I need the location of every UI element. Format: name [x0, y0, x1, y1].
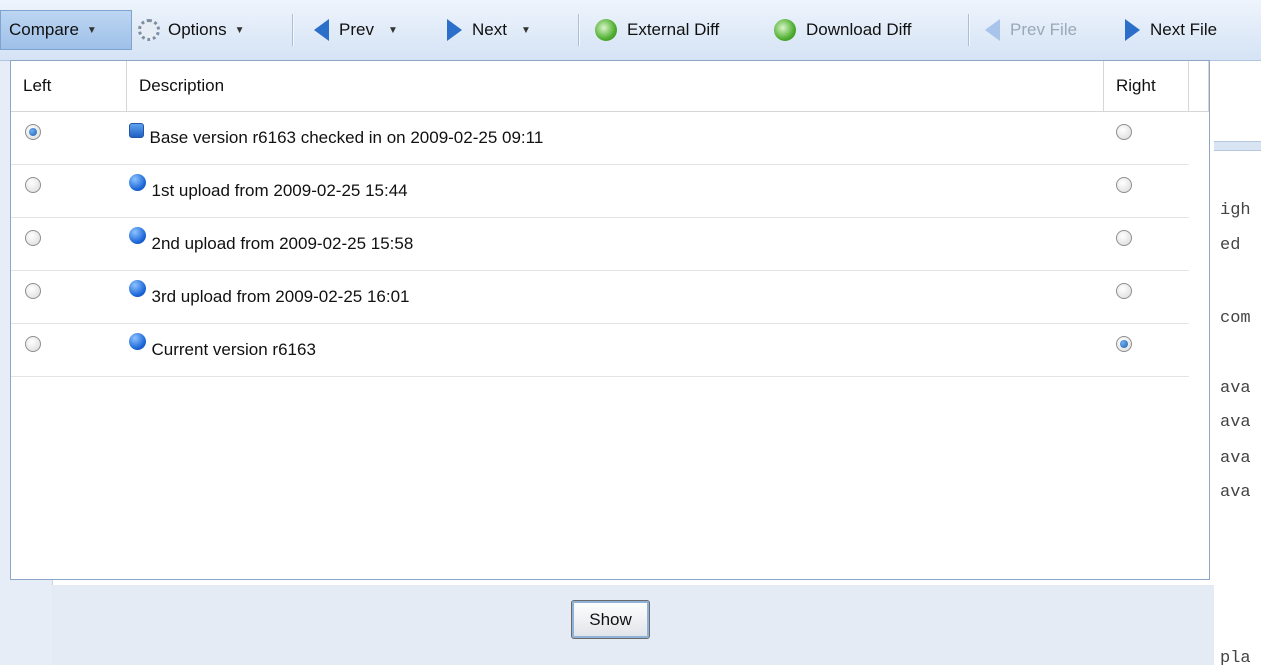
- right-radio[interactable]: [1115, 124, 1132, 140]
- revision-table: Left Description Right Base version r616…: [11, 61, 1209, 377]
- spacer-cell: [1189, 271, 1209, 324]
- column-header-right[interactable]: Right: [1103, 61, 1189, 112]
- compare-popup: Left Description Right Base version r616…: [10, 60, 1210, 580]
- description-cell: Base version r6163 checked in on 2009-02…: [126, 111, 1104, 165]
- description-cell: 2nd upload from 2009-02-25 15:58: [126, 217, 1104, 271]
- column-header-spacer: [1188, 61, 1209, 112]
- show-button[interactable]: Show: [571, 600, 650, 639]
- external-diff-icon: [595, 19, 617, 41]
- code-fragment: pla: [1220, 649, 1251, 665]
- blue-ball-icon: [128, 280, 146, 297]
- arrow-left-icon: [314, 19, 329, 41]
- left-radio-cell: [11, 217, 127, 271]
- description-text: Current version r6163: [151, 340, 316, 359]
- left-radio-cell: [11, 270, 127, 324]
- left-radio-cell: [11, 323, 127, 377]
- left-radio[interactable]: [25, 177, 41, 193]
- blue-ball-icon: [128, 333, 146, 350]
- chevron-down-icon: ▼: [234, 24, 245, 36]
- left-radio[interactable]: [25, 336, 41, 352]
- blue-ball-icon: [128, 174, 146, 191]
- description-content: Current version r6163: [127, 333, 1104, 360]
- chevron-down-icon: ▼: [387, 24, 398, 36]
- arrow-right-icon: [447, 19, 462, 41]
- left-radio-cell: [11, 111, 127, 165]
- right-radio-cell: [1103, 164, 1189, 218]
- description-content: 2nd upload from 2009-02-25 15:58: [127, 227, 1104, 254]
- blue-ball-icon: [128, 227, 146, 244]
- options-menu-button[interactable]: Options ▼: [138, 12, 245, 48]
- code-fragment: ava: [1220, 483, 1251, 502]
- table-row[interactable]: Base version r6163 checked in on 2009-02…: [11, 111, 1209, 165]
- right-radio-cell: [1103, 270, 1189, 324]
- description-text: 3rd upload from 2009-02-25 16:01: [151, 287, 410, 306]
- code-fragment: ed: [1220, 236, 1241, 255]
- code-fragment: igh: [1220, 201, 1251, 220]
- external-diff-button[interactable]: External Diff: [595, 12, 719, 48]
- prev-file-button[interactable]: Prev File: [985, 12, 1077, 48]
- right-radio[interactable]: [1115, 230, 1132, 246]
- chevron-down-icon: ▼: [520, 24, 531, 36]
- gear-icon: [138, 19, 160, 41]
- spacer-cell: [1189, 165, 1209, 218]
- description-cell: Current version r6163: [126, 323, 1104, 377]
- left-radio-cell: [11, 164, 127, 218]
- right-radio-cell: [1103, 323, 1189, 377]
- square-blue-icon: [128, 123, 144, 138]
- next-file-button[interactable]: Next File: [1125, 12, 1217, 48]
- code-fragment: ava: [1220, 449, 1251, 468]
- spacer-cell: [1189, 112, 1209, 165]
- description-text: Base version r6163 checked in on 2009-02…: [149, 128, 544, 147]
- description-text: 1st upload from 2009-02-25 15:44: [151, 181, 408, 200]
- right-radio[interactable]: [1115, 283, 1132, 299]
- table-row[interactable]: 2nd upload from 2009-02-25 15:58: [11, 217, 1209, 271]
- download-diff-icon: [774, 19, 796, 41]
- column-header-description[interactable]: Description: [126, 61, 1104, 112]
- next-button[interactable]: Next ▼: [447, 12, 531, 48]
- next-file-label: Next File: [1150, 20, 1218, 39]
- compare-menu-button[interactable]: Compare ▼: [0, 10, 132, 50]
- toolbar-separator: [292, 14, 294, 46]
- toolbar-separator: [968, 14, 970, 46]
- chevron-down-icon: ▼: [86, 24, 97, 36]
- prev-label: Prev: [339, 20, 374, 39]
- right-radio[interactable]: [1115, 336, 1132, 352]
- table-header-row: Left Description Right: [11, 61, 1209, 112]
- table-row[interactable]: Current version r6163: [11, 323, 1209, 377]
- code-fragment: ava: [1220, 379, 1251, 398]
- table-row[interactable]: 1st upload from 2009-02-25 15:44: [11, 164, 1209, 218]
- code-fragment: com: [1220, 309, 1251, 328]
- prev-button[interactable]: Prev ▼: [314, 12, 398, 48]
- description-content: Base version r6163 checked in on 2009-02…: [127, 123, 1104, 148]
- right-radio[interactable]: [1115, 177, 1132, 193]
- compare-label: Compare: [9, 20, 79, 39]
- left-radio[interactable]: [25, 230, 41, 246]
- download-diff-button[interactable]: Download Diff: [774, 12, 912, 48]
- next-label: Next: [472, 20, 507, 39]
- spacer-cell: [1189, 324, 1209, 377]
- description-text: 2nd upload from 2009-02-25 15:58: [151, 234, 414, 253]
- right-radio-cell: [1103, 111, 1189, 165]
- spacer-cell: [1189, 218, 1209, 271]
- right-radio-cell: [1103, 217, 1189, 271]
- left-radio[interactable]: [25, 124, 41, 140]
- description-content: 3rd upload from 2009-02-25 16:01: [127, 280, 1104, 307]
- column-header-left[interactable]: Left: [11, 61, 127, 112]
- description-cell: 3rd upload from 2009-02-25 16:01: [126, 270, 1104, 324]
- download-diff-label: Download Diff: [806, 20, 912, 39]
- options-label: Options: [168, 20, 227, 39]
- arrow-right-icon: [1125, 19, 1140, 41]
- arrow-left-icon: [985, 19, 1000, 41]
- description-cell: 1st upload from 2009-02-25 15:44: [126, 164, 1104, 218]
- external-diff-label: External Diff: [627, 20, 720, 39]
- left-radio[interactable]: [25, 283, 41, 299]
- table-row[interactable]: 3rd upload from 2009-02-25 16:01: [11, 270, 1209, 324]
- toolbar: Compare ▼ Options ▼ Prev ▼ Next ▼ Extern…: [0, 0, 1261, 61]
- toolbar-separator: [578, 14, 580, 46]
- description-content: 1st upload from 2009-02-25 15:44: [127, 174, 1104, 201]
- prev-file-label: Prev File: [1010, 20, 1078, 39]
- code-fragment: ava: [1220, 413, 1251, 432]
- code-view-header: [1214, 141, 1261, 151]
- background-code-view: igh ed com ava ava ava ava pla: [1214, 61, 1261, 665]
